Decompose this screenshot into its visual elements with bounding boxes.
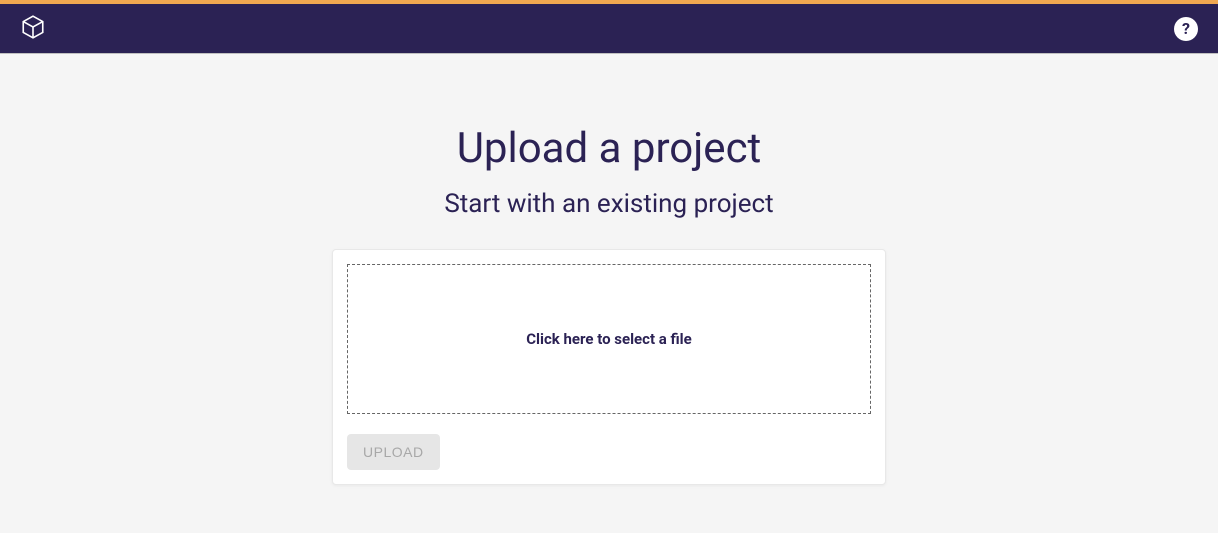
file-dropzone[interactable]: Click here to select a file (347, 264, 871, 414)
upload-button[interactable]: UPLOAD (347, 434, 440, 470)
header: ? (0, 4, 1218, 54)
help-symbol: ? (1182, 19, 1190, 38)
main-content: Upload a project Start with an existing … (0, 54, 1218, 485)
logo[interactable] (20, 14, 46, 44)
cube-icon (20, 14, 46, 44)
upload-card: Click here to select a file UPLOAD (332, 249, 886, 485)
help-icon[interactable]: ? (1174, 17, 1198, 41)
dropzone-text: Click here to select a file (526, 330, 692, 348)
page-subtitle: Start with an existing project (444, 189, 773, 219)
page-title: Upload a project (457, 124, 762, 173)
